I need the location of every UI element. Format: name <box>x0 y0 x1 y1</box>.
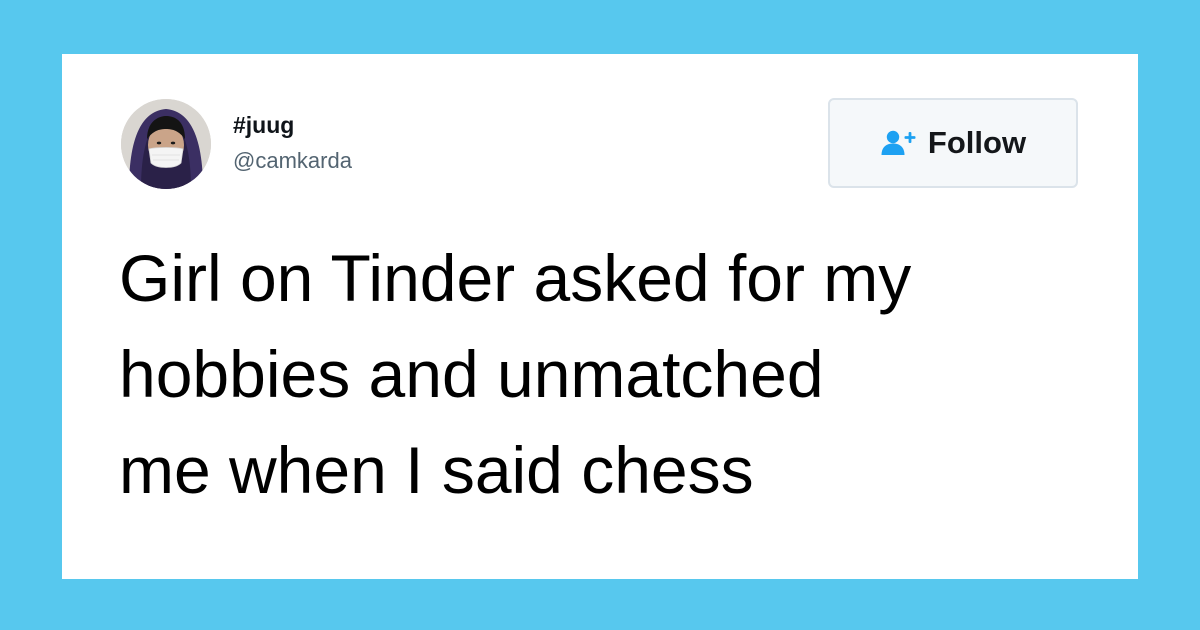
tweet-card: #juug @camkarda Follow Girl on Tinder as… <box>62 54 1138 579</box>
add-user-icon <box>880 129 916 157</box>
follow-button[interactable]: Follow <box>828 98 1078 188</box>
avatar[interactable] <box>121 99 211 189</box>
user-handle[interactable]: @camkarda <box>233 148 352 174</box>
tweet-text: Girl on Tinder asked for my hobbies and … <box>119 241 912 507</box>
follow-button-label: Follow <box>927 125 1027 160</box>
avatar-image <box>121 99 211 189</box>
display-name[interactable]: #juug <box>233 112 294 139</box>
